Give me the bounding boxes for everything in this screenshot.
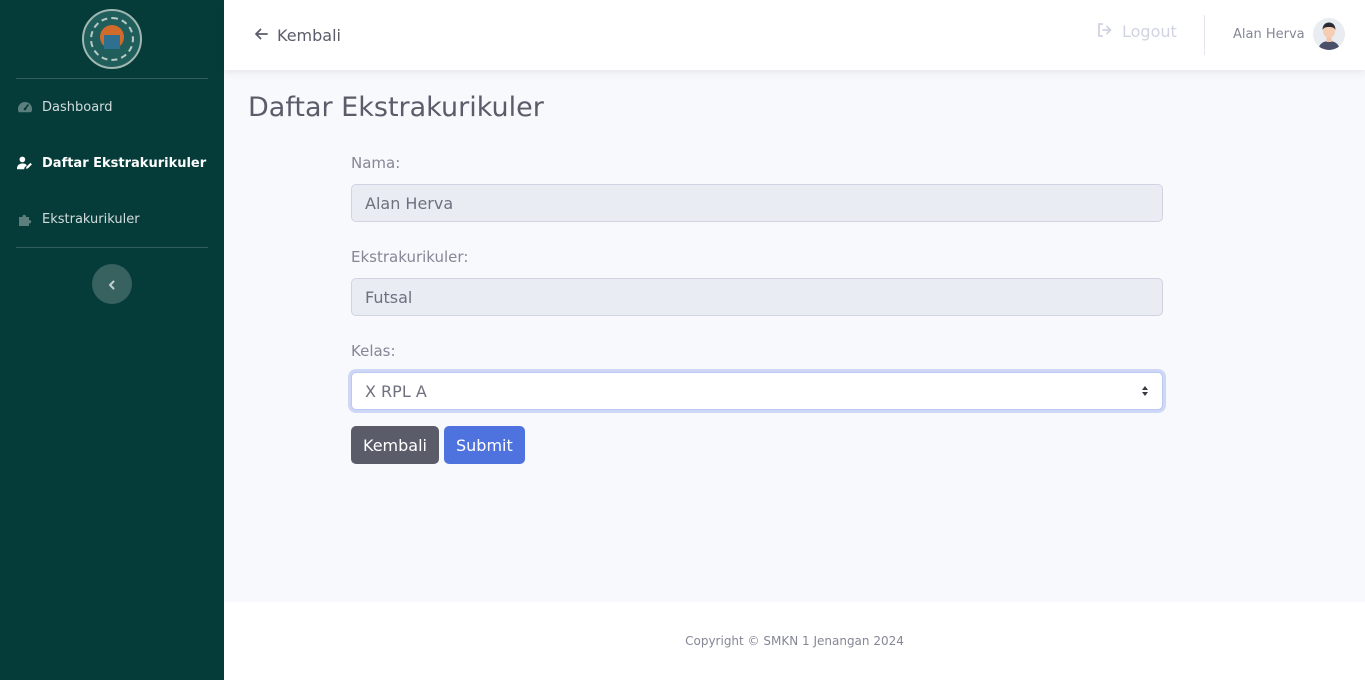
page-title: Daftar Ekstrakurikuler bbox=[248, 92, 544, 123]
sidebar-item-daftar-ekstrakurikuler[interactable]: Daftar Ekstrakurikuler bbox=[0, 135, 224, 191]
sidebar-item-ekstrakurikuler[interactable]: Ekstrakurikuler bbox=[0, 191, 224, 247]
avatar[interactable] bbox=[1312, 18, 1345, 50]
user-name: Alan Herva bbox=[1233, 26, 1305, 42]
user-menu[interactable]: Alan Herva bbox=[1233, 18, 1345, 50]
registration-form: Nama: Alan Herva Ekstrakurikuler: Futsal… bbox=[351, 150, 1163, 464]
puzzle-icon bbox=[16, 211, 34, 227]
footer: Copyright © SMKN 1 Jenangan 2024 bbox=[224, 602, 1365, 680]
sidebar-item-dashboard[interactable]: Dashboard bbox=[0, 79, 224, 135]
chevron-left-icon bbox=[107, 275, 117, 294]
nama-label: Nama: bbox=[351, 154, 401, 172]
sign-out-icon bbox=[1097, 22, 1122, 41]
arrow-left-icon bbox=[254, 26, 277, 45]
copyright-text: Copyright © SMKN 1 Jenangan 2024 bbox=[685, 634, 904, 648]
sidebar-item-label: Daftar Ekstrakurikuler bbox=[42, 155, 207, 171]
nama-value: Alan Herva bbox=[365, 193, 454, 213]
logout-label: Logout bbox=[1122, 22, 1177, 41]
topbar-divider bbox=[1204, 15, 1205, 55]
sidebar-toggle-button[interactable] bbox=[92, 264, 132, 304]
kelas-select[interactable]: X RPL A bbox=[351, 372, 1163, 410]
sidebar-brand[interactable] bbox=[0, 0, 224, 78]
tachometer-icon bbox=[16, 99, 34, 115]
back-link-label: Kembali bbox=[277, 25, 341, 45]
school-logo[interactable] bbox=[82, 9, 142, 69]
sidebar: Dashboard Daftar Ekstrakurikuler Ekstrak… bbox=[0, 0, 224, 680]
logout-link[interactable]: Logout bbox=[1097, 22, 1177, 41]
nama-field[interactable]: Alan Herva bbox=[351, 184, 1163, 222]
submit-button[interactable]: Submit bbox=[443, 426, 525, 464]
ekstrakurikuler-field[interactable]: Futsal bbox=[351, 278, 1163, 316]
user-edit-icon bbox=[16, 155, 34, 171]
topbar: Kembali Logout Alan Herva bbox=[224, 0, 1365, 70]
kelas-selected-value: X RPL A bbox=[365, 381, 427, 401]
kembali-button[interactable]: Kembali bbox=[351, 426, 439, 464]
kelas-label: Kelas: bbox=[351, 342, 396, 360]
back-link[interactable]: Kembali bbox=[254, 26, 341, 45]
ekstrakurikuler-label: Ekstrakurikuler: bbox=[351, 248, 469, 266]
ekstrakurikuler-value: Futsal bbox=[365, 287, 413, 307]
sidebar-item-label: Dashboard bbox=[42, 99, 113, 115]
sidebar-item-label: Ekstrakurikuler bbox=[42, 211, 140, 227]
select-arrows-icon bbox=[1141, 382, 1149, 401]
